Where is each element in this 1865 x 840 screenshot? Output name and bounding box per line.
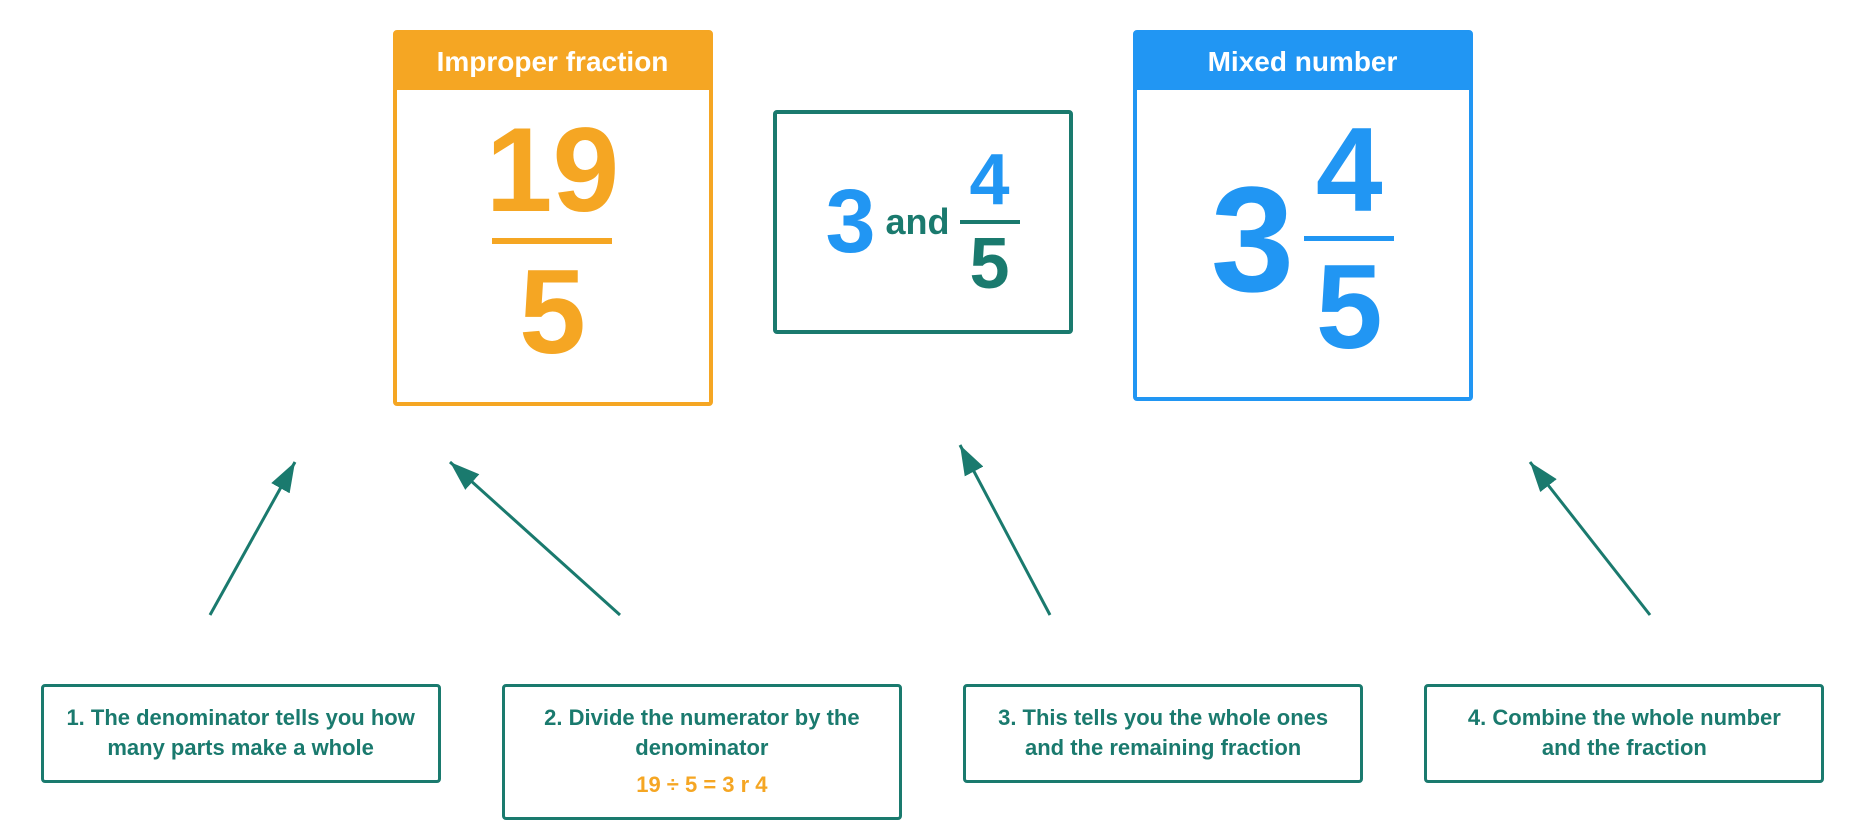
info-box-3-text: 3. This tells you the whole ones and the… <box>998 705 1328 761</box>
middle-denominator: 5 <box>970 228 1010 300</box>
mixed-card-header-text: Mixed number <box>1208 46 1398 77</box>
middle-whole-number: 3 <box>825 171 875 274</box>
mixed-number-card: Mixed number 3 4 5 <box>1133 30 1473 401</box>
middle-and-text: and <box>886 201 950 243</box>
info-boxes-row: 1. The denominator tells you how many pa… <box>0 684 1865 820</box>
mixed-whole-number: 3 <box>1211 164 1294 314</box>
equation-text: 19 ÷ 5 = 3 r 4 <box>636 772 767 797</box>
improper-numerator: 19 <box>486 110 619 230</box>
mixed-card-header: Mixed number <box>1137 34 1469 90</box>
middle-box: 3 and 4 5 <box>773 110 1073 334</box>
info-box-1: 1. The denominator tells you how many pa… <box>41 684 441 784</box>
info-box-4-text: 4. Combine the whole number and the frac… <box>1468 705 1781 761</box>
mixed-card-body: 3 4 5 <box>1137 90 1469 397</box>
info-box-3: 3. This tells you the whole ones and the… <box>963 684 1363 784</box>
info-box-2-equation: 19 ÷ 5 = 3 r 4 <box>523 770 881 801</box>
info-box-2: 2. Divide the numerator by the denominat… <box>502 684 902 820</box>
improper-fraction-card: Improper fraction 19 5 <box>393 30 713 406</box>
info-box-2-text: 2. Divide the numerator by the denominat… <box>544 705 859 761</box>
improper-fraction-line <box>492 238 612 244</box>
cards-row: Improper fraction 19 5 3 and 4 5 <box>83 30 1783 406</box>
middle-content: 3 and 4 5 <box>825 144 1019 300</box>
improper-card-header-text: Improper fraction <box>437 46 669 77</box>
middle-fraction: 4 5 <box>960 144 1020 300</box>
mixed-denominator: 5 <box>1316 247 1383 367</box>
mixed-numerator: 4 <box>1316 110 1383 230</box>
middle-numerator: 4 <box>970 144 1010 216</box>
info-box-4: 4. Combine the whole number and the frac… <box>1424 684 1824 784</box>
improper-card-body: 19 5 <box>397 90 709 402</box>
mixed-fraction-display: 4 5 <box>1304 110 1394 367</box>
improper-denominator: 5 <box>519 252 586 372</box>
improper-fraction-display: 19 5 <box>486 110 619 372</box>
improper-card-header: Improper fraction <box>397 34 709 90</box>
main-container: Improper fraction 19 5 3 and 4 5 <box>0 0 1865 840</box>
info-box-1-text: 1. The denominator tells you how many pa… <box>66 705 414 761</box>
